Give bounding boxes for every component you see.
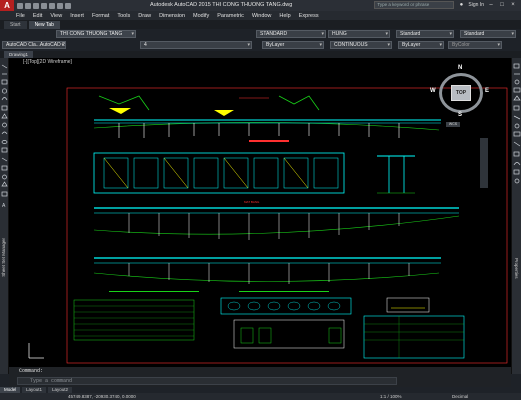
bridge-plan: MAT BANG — [93, 152, 345, 204]
compass-north[interactable]: N — [458, 65, 462, 71]
palette-title-right: Properties — [514, 258, 519, 279]
user-icon[interactable]: ● — [457, 2, 465, 8]
text-style-select[interactable]: STANDARD — [256, 30, 326, 38]
bridge-elevation-lower — [93, 257, 441, 292]
tab-new[interactable]: New Tab — [28, 21, 60, 29]
units-select[interactable]: Decimal — [452, 393, 468, 400]
annotation-scale[interactable]: 1:1 / 100% — [380, 393, 402, 400]
menu-express[interactable]: Express — [299, 13, 319, 19]
maximize-button[interactable]: □ — [498, 2, 506, 8]
sheet-border — [66, 87, 508, 364]
command-line: Command: Type a command — [9, 367, 511, 387]
menu-file[interactable]: File — [16, 13, 25, 19]
menu-bar: File Edit View Insert Format Tools Draw … — [0, 11, 521, 20]
quick-access-toolbar — [17, 2, 71, 9]
plotstyle-select[interactable]: ByColor — [448, 41, 502, 49]
redo-icon[interactable] — [65, 2, 71, 9]
viewcube[interactable]: N S W E TOP — [430, 65, 489, 118]
undo-icon[interactable] — [57, 2, 63, 9]
tab-drawing[interactable]: Drawing1 — [4, 51, 34, 58]
compass-east[interactable]: E — [485, 88, 489, 94]
workspace-select[interactable]: AutoCAD Cla...AutoCAD 200 — [2, 41, 66, 49]
command-history: Command: — [19, 368, 44, 374]
palette-title-left: Sheet Set Manager — [1, 238, 6, 277]
wcs-menu[interactable]: WCS — [446, 122, 460, 127]
navigation-bar[interactable] — [480, 138, 488, 188]
right-tool-palette: Properties — [511, 58, 521, 374]
title-bar: A Autodesk AutoCAD 2015 THI CONG THUONG … — [0, 0, 521, 11]
menu-modify[interactable]: Modify — [193, 13, 209, 19]
menu-dimension[interactable]: Dimension — [159, 13, 185, 19]
menu-insert[interactable]: Insert — [70, 13, 84, 19]
drawing-tabs: Drawing1 — [0, 51, 521, 58]
svg-text:MAT BANG: MAT BANG — [244, 200, 260, 204]
properties-toolbar: THI CONG THUONG TANG STANDARD HUNG Stand… — [0, 29, 521, 51]
menu-parametric[interactable]: Parametric — [217, 13, 244, 19]
autocad-logo-icon[interactable]: A — [0, 0, 14, 11]
menu-tools[interactable]: Tools — [117, 13, 130, 19]
mleader-style-select[interactable]: Standard — [460, 30, 516, 38]
saveas-icon[interactable] — [41, 2, 47, 9]
lineweight-select[interactable]: ByLayer — [398, 41, 444, 49]
compass-south[interactable]: S — [458, 112, 462, 118]
menu-help[interactable]: Help — [279, 13, 290, 19]
bridge-elevation-middle — [93, 207, 460, 240]
help-search-input[interactable]: Type a keyword or phrase — [374, 1, 455, 9]
coordinates-readout[interactable]: 45749.8387, -20930.3740, 0.0000 — [68, 393, 136, 400]
plot-icon[interactable] — [49, 2, 55, 9]
file-tabs: Start New Tab — [0, 20, 521, 29]
save-icon[interactable] — [33, 2, 39, 9]
doc-tab[interactable]: THI CONG THUONG TANG — [56, 30, 136, 38]
left-tool-palette: Sheet Set Manager A — [0, 58, 9, 374]
compass-west[interactable]: W — [430, 88, 436, 94]
close-button[interactable]: × — [509, 2, 517, 8]
bridge-elevation-top — [93, 95, 441, 142]
menu-view[interactable]: View — [50, 13, 62, 19]
cross-section — [377, 155, 415, 194]
table-style-select[interactable]: Standard — [396, 30, 454, 38]
menu-window[interactable]: Window — [252, 13, 272, 19]
dim-style-select[interactable]: HUNG — [328, 30, 390, 38]
color-select[interactable]: ByLayer — [262, 41, 324, 49]
menu-edit[interactable]: Edit — [33, 13, 42, 19]
tab-start[interactable]: Start — [4, 21, 27, 29]
sign-in-link[interactable]: Sign In — [468, 2, 484, 8]
open-icon[interactable] — [25, 2, 31, 9]
minimize-button[interactable]: – — [487, 2, 495, 8]
menu-draw[interactable]: Draw — [138, 13, 151, 19]
svg-text:A: A — [2, 203, 6, 209]
draw-tools-icons[interactable]: A — [0, 62, 9, 232]
layer-select[interactable]: 4 — [140, 41, 252, 49]
menu-format[interactable]: Format — [92, 13, 109, 19]
linetype-select[interactable]: CONTINUOUS — [330, 41, 392, 49]
window-title: Autodesk AutoCAD 2015 THI CONG THUONG TA… — [150, 2, 293, 8]
detail-sections — [73, 297, 465, 359]
modify-tools-icons[interactable] — [512, 62, 521, 212]
drawing-viewport[interactable]: [-][Top][2D Wireframe] MAT BANG N S W E … — [9, 58, 511, 374]
viewcube-top-face[interactable]: TOP — [451, 85, 471, 101]
new-icon[interactable] — [17, 2, 23, 9]
ucs-icon — [28, 343, 44, 359]
command-input[interactable]: Type a command — [17, 377, 397, 385]
status-bar: 45749.8387, -20930.3740, 0.0000 1:1 / 10… — [0, 393, 521, 400]
